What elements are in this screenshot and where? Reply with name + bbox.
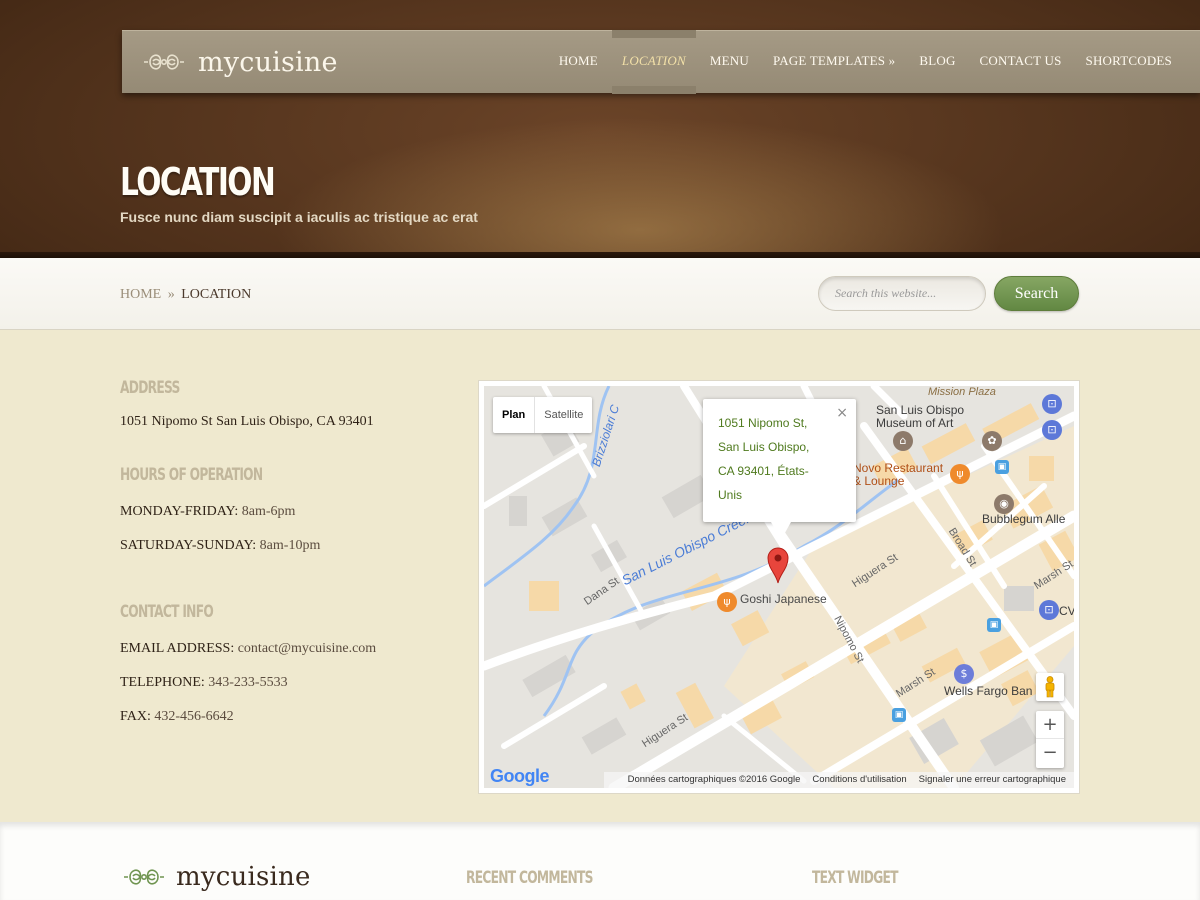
recent-comments-heading: RECENT COMMENTS — [466, 868, 593, 888]
nav-menu[interactable]: MENU — [698, 31, 761, 94]
nav-contact-us[interactable]: CONTACT US — [968, 31, 1074, 94]
map-frame: Mission Plaza San Luis Obispo Museum of … — [478, 380, 1080, 794]
map-info-window: 1051 Nipomo St, San Luis Obispo, CA 9340… — [703, 399, 856, 540]
fax-value: 432-456-6642 — [154, 709, 234, 724]
attribution-report[interactable]: Signaler une erreur cartographique — [919, 772, 1066, 788]
logo-ornament-icon — [124, 869, 164, 885]
close-icon[interactable]: × — [836, 405, 848, 421]
map-label-novo[interactable]: Novo Restaurant & Lounge — [853, 462, 943, 488]
map-type-satellite[interactable]: Satellite — [534, 397, 592, 433]
art-gallery-icon[interactable]: ✿ — [982, 431, 1002, 451]
phone-value: 343-233-5533 — [208, 675, 288, 690]
page-subtitle: Fusce nunc diam suscipit a iaculis ac tr… — [120, 209, 478, 225]
email-value[interactable]: contact@mycuisine.com — [238, 641, 376, 656]
map-label-museum[interactable]: San Luis Obispo Museum of Art — [876, 404, 964, 430]
camera-icon[interactable]: ◉ — [994, 494, 1014, 514]
search-input[interactable] — [818, 276, 986, 311]
hours-weekday: MONDAY-FRIDAY: 8am-6pm — [120, 504, 295, 520]
google-logo[interactable]: Google — [490, 766, 550, 787]
contact-heading: CONTACT INFO — [120, 602, 214, 622]
museum-icon[interactable]: ⌂ — [893, 431, 913, 451]
address-heading: ADDRESS — [120, 378, 180, 398]
email-label: EMAIL ADDRESS: — [120, 641, 235, 656]
map-attribution: Données cartographiques ©2016 Google Con… — [604, 772, 1074, 788]
shopping-icon[interactable]: ⊡ — [1042, 394, 1062, 414]
breadcrumb-home[interactable]: HOME — [120, 287, 161, 302]
hours-weekday-label: MONDAY-FRIDAY: — [120, 504, 239, 519]
nav-page-templates[interactable]: PAGE TEMPLATES » — [761, 31, 907, 94]
bus-stop-icon[interactable]: ▣ — [892, 708, 906, 722]
text-widget-heading: TEXT WIDGET — [812, 868, 899, 888]
map-label-mission-plaza: Mission Plaza — [928, 386, 996, 398]
nav-shortcodes[interactable]: SHORTCODES — [1074, 31, 1184, 94]
zoom-in-button[interactable]: + — [1036, 711, 1064, 739]
map[interactable]: Mission Plaza San Luis Obispo Museum of … — [484, 386, 1074, 788]
restaurant-icon[interactable]: ψ — [950, 464, 970, 484]
fax-label: FAX: — [120, 709, 151, 724]
bus-stop-icon[interactable]: ▣ — [987, 618, 1001, 632]
hours-weekend-value: 8am-10pm — [259, 538, 321, 553]
map-label-cv: CV — [1059, 604, 1074, 618]
shopping-icon[interactable]: ⊡ — [1042, 420, 1062, 440]
nav-bar: mycuisine HOME LOCATION MENU PAGE TEMPLA… — [122, 30, 1200, 94]
logo-ornament-icon — [144, 54, 184, 70]
nav-location[interactable]: LOCATION — [610, 30, 698, 94]
hours-weekend-label: SATURDAY-SUNDAY: — [120, 538, 257, 553]
attribution-data[interactable]: Données cartographiques ©2016 Google — [628, 772, 801, 788]
hero-header: mycuisine HOME LOCATION MENU PAGE TEMPLA… — [0, 0, 1200, 258]
restaurant-icon[interactable]: ψ — [717, 592, 737, 612]
map-label-wells-fargo[interactable]: Wells Fargo Ban — [944, 684, 1032, 698]
zoom-control: + − — [1036, 711, 1064, 768]
attribution-terms[interactable]: Conditions d'utilisation — [812, 772, 906, 788]
bus-stop-icon[interactable]: ▣ — [995, 460, 1009, 474]
nav-home[interactable]: HOME — [547, 31, 610, 94]
phone-label: TELEPHONE: — [120, 675, 205, 690]
breadcrumb-bar: HOME » LOCATION Search — [0, 258, 1200, 330]
search-button[interactable]: Search — [994, 276, 1079, 311]
contact-email: EMAIL ADDRESS: contact@mycuisine.com — [120, 641, 376, 657]
hours-weekend: SATURDAY-SUNDAY: 8am-10pm — [120, 538, 320, 554]
map-label-goshi[interactable]: Goshi Japanese — [740, 592, 827, 606]
breadcrumb-separator: » — [167, 287, 175, 302]
breadcrumb: HOME » LOCATION — [120, 287, 251, 303]
hours-heading: HOURS OF OPERATION — [120, 465, 263, 485]
contact-fax: FAX: 432-456-6642 — [120, 709, 234, 725]
breadcrumb-current: LOCATION — [181, 287, 252, 302]
nav-blog[interactable]: BLOG — [907, 31, 967, 94]
page-title: LOCATION — [120, 160, 276, 204]
shopping-icon[interactable]: ⊡ — [1039, 600, 1059, 620]
main-content: ADDRESS 1051 Nipomo St San Luis Obispo, … — [0, 330, 1200, 822]
site-logo[interactable]: mycuisine — [140, 45, 338, 79]
footer: mycuisine RECENT COMMENTS TEXT WIDGET — [0, 822, 1200, 900]
zoom-out-button[interactable]: − — [1036, 739, 1064, 767]
contact-phone: TELEPHONE: 343-233-5533 — [120, 675, 288, 691]
location-marker-icon[interactable] — [767, 546, 789, 584]
street-view-pegman-icon — [1045, 676, 1055, 698]
hours-weekday-value: 8am-6pm — [241, 504, 296, 519]
map-type-plan[interactable]: Plan — [493, 397, 534, 433]
bank-icon[interactable]: $ — [954, 664, 974, 684]
map-type-control: Plan Satellite — [493, 397, 593, 433]
main-nav: HOME LOCATION MENU PAGE TEMPLATES » BLOG… — [547, 30, 1184, 94]
address-text: 1051 Nipomo St San Luis Obispo, CA 93401 — [120, 414, 374, 429]
map-label-bubblegum[interactable]: Bubblegum Alle — [982, 512, 1065, 526]
footer-logo-text: mycuisine — [176, 862, 311, 892]
google-logo-text: Google — [490, 766, 550, 786]
info-window-address: 1051 Nipomo St, San Luis Obispo, CA 9340… — [718, 416, 810, 502]
footer-logo[interactable]: mycuisine — [120, 862, 311, 892]
logo-text: mycuisine — [198, 46, 338, 78]
pegman-button[interactable] — [1036, 673, 1064, 701]
